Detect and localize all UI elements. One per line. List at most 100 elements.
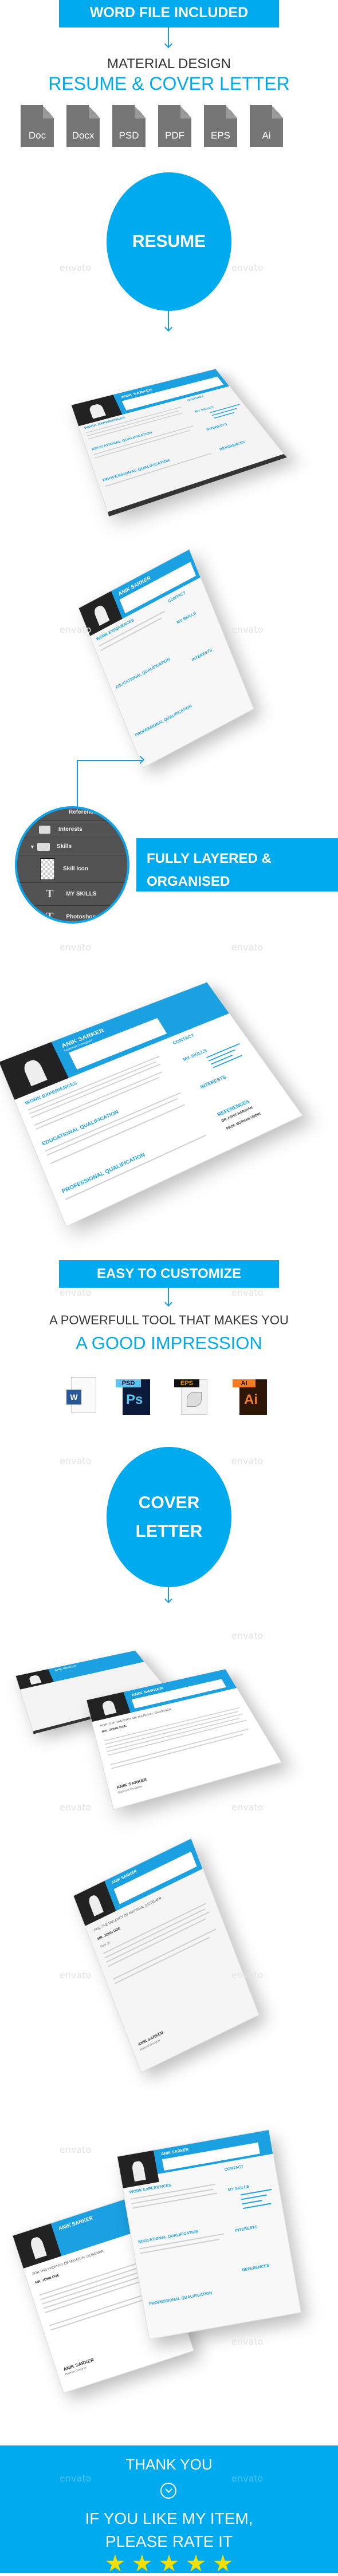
section-education: EDUCATIONAL QUALIFICATION [137,2230,199,2244]
page-title: RESUME & COVER LETTER [48,73,290,94]
subtitle: MATERIAL DESIGN [107,56,231,72]
ai-file-icon: Ai [250,105,283,147]
section-references: REFERENCES [242,2263,270,2273]
envato-watermark: envato [60,1287,92,1298]
section-references: REFERENCES [219,440,246,452]
section-professional: PROFESSIONAL QUALIFICATION [148,2291,213,2306]
cover-letter-mockup-folded: ANIK SARKER FOR THE VACANCY OF MATERIAL … [73,1837,260,2073]
chevron-circle-icon [160,2483,176,2499]
profile-photo [117,2150,159,2188]
skill-bar [240,2188,272,2196]
section-education: EDUCATIONAL QUALIFICATION [115,657,171,690]
envato-watermark: envato [60,942,92,953]
section-interests: INTERESTS [206,423,228,432]
section-professional: PROFESSIONAL QUALIFICATION [135,704,193,738]
envato-watermark: envato [60,1970,92,1981]
folder-open-icon [37,842,50,851]
tagline-highlight: A GOOD IMPRESSION [76,1333,262,1353]
connector-line [77,760,142,761]
star-icon[interactable] [214,2554,232,2572]
eps-icon: EPS [174,1377,210,1415]
tagline: A POWERFULL TOOL THAT MAKES YOU [49,1313,289,1327]
easy-customize-banner: EASY TO CUSTOMIZE [59,1260,279,1288]
section-skills: MY SKILLS [182,1048,208,1062]
envato-watermark: envato [231,2336,264,2347]
cover-circle-line1: COVER [138,1493,200,1512]
envato-watermark: envato [60,624,92,635]
section-interests: INTERESTS [199,1074,227,1090]
envato-watermark: envato [231,1287,264,1298]
section-contact: CONTACT [224,2164,244,2172]
layer-skill-icon[interactable]: Skill Icon [17,855,127,883]
layer-my-skills[interactable]: T MY SKILLS [17,883,127,906]
connector-line [77,760,78,811]
arrow-down-icon [164,40,173,49]
folder-icon [39,825,50,834]
word-icon: W [66,1377,99,1414]
skill-bar [206,1043,241,1058]
photoshop-icon: PSD Ps [116,1377,151,1415]
skill-bar [242,2200,262,2205]
doc-file-icon: Doc [21,105,54,147]
pdf-file-icon: PDF [158,105,191,147]
star-icon[interactable] [133,2554,151,2572]
file-type-list: Doc Docx PSD PDF EPS Ai [21,105,283,147]
star-icon[interactable] [187,2554,205,2572]
section-skills: MY SKILLS [176,611,197,625]
star-icon[interactable] [106,2554,124,2572]
arrow-down-icon [164,323,173,332]
star-icon[interactable] [160,2554,178,2572]
arrow-down-icon [164,1595,173,1604]
thank-you-text: THANK YOU [125,2456,213,2473]
layer-thumbnail-icon [40,858,55,880]
docx-file-icon: Docx [66,105,100,147]
psd-file-icon: PSD [112,105,146,147]
rating-stars[interactable] [0,2554,338,2576]
envato-watermark: envato [231,624,264,635]
cover-letter-circle: COVER LETTER [107,1447,231,1587]
envato-watermark: envato [231,1455,264,1466]
resume-circle-label: RESUME [132,232,206,251]
envato-watermark: envato [231,1970,264,1981]
expand-triangle-icon[interactable]: ▼ [30,844,35,850]
section-interests: INTERESTS [191,648,213,662]
layer-skills[interactable]: ▼ Skills [17,838,127,855]
arrow-down-icon [164,1298,173,1307]
envato-watermark: envato [60,2144,92,2155]
section-education: EDUCATIONAL QUALIFICATION [91,431,153,451]
fully-layered-banner: FULLY LAYERED & ORGANISED [136,838,338,891]
envato-watermark: envato [60,1455,92,1466]
section-interests: INTERESTS [235,2225,258,2233]
recipient: MR. JOHN DOE [34,2274,60,2285]
thank-you-panel: THANK YOU IF YOU LIKE MY ITEM, PLEASE RA… [0,2445,338,2573]
envato-watermark: envato [231,262,264,273]
section-professional: PROFESSIONAL QUALIFICATION [61,1151,146,1195]
section-professional: PROFESSIONAL QUALIFICATION [102,459,171,483]
envato-watermark: envato [60,2473,92,2484]
layer-photoshop[interactable]: T Photoshop [17,906,127,923]
text-layer-icon: T [46,888,54,900]
resume-circle: RESUME [107,172,231,311]
envato-watermark: envato [60,1802,92,1813]
app-icon-row: W PSD Ps EPS AI Ai [66,1377,273,1417]
rate-line-1: IF YOU LIKE MY ITEM, [85,2510,253,2527]
envato-watermark: envato [231,942,264,953]
layer-interests[interactable]: Interests [17,821,127,838]
envato-watermark: envato [60,262,92,273]
envato-watermark: envato [231,1630,264,1641]
word-file-banner: WORD FILE INCLUDED [59,0,279,27]
eps-file-icon: EPS [204,105,237,147]
resume-mockup-flat: ANIK SARKER Material Designer WORK EXPER… [0,981,303,1227]
greeting: Dear Sir, [100,1940,112,1949]
skill-bar [241,2194,267,2200]
skill-bar [242,2203,272,2210]
text-layer-icon: T [46,911,54,923]
layer-references[interactable]: References [17,808,127,821]
resume-mockup-pair: ANIK SARKER WORK EXPERIENCES EDUCATIONAL… [116,2129,302,2340]
envato-watermark: envato [231,2473,264,2484]
resume-mockup-folded: ANIK SARKER WORK EXPERIENCES EDUCATIONAL… [78,549,254,768]
cover-circle-line2: LETTER [135,1521,203,1541]
bezier-icon [187,1392,202,1407]
resume-mockup-stack: ANIK SARKER WORK EXPERIENCES EDUCATIONAL… [70,368,287,517]
illustrator-icon: AI Ai [233,1377,268,1415]
